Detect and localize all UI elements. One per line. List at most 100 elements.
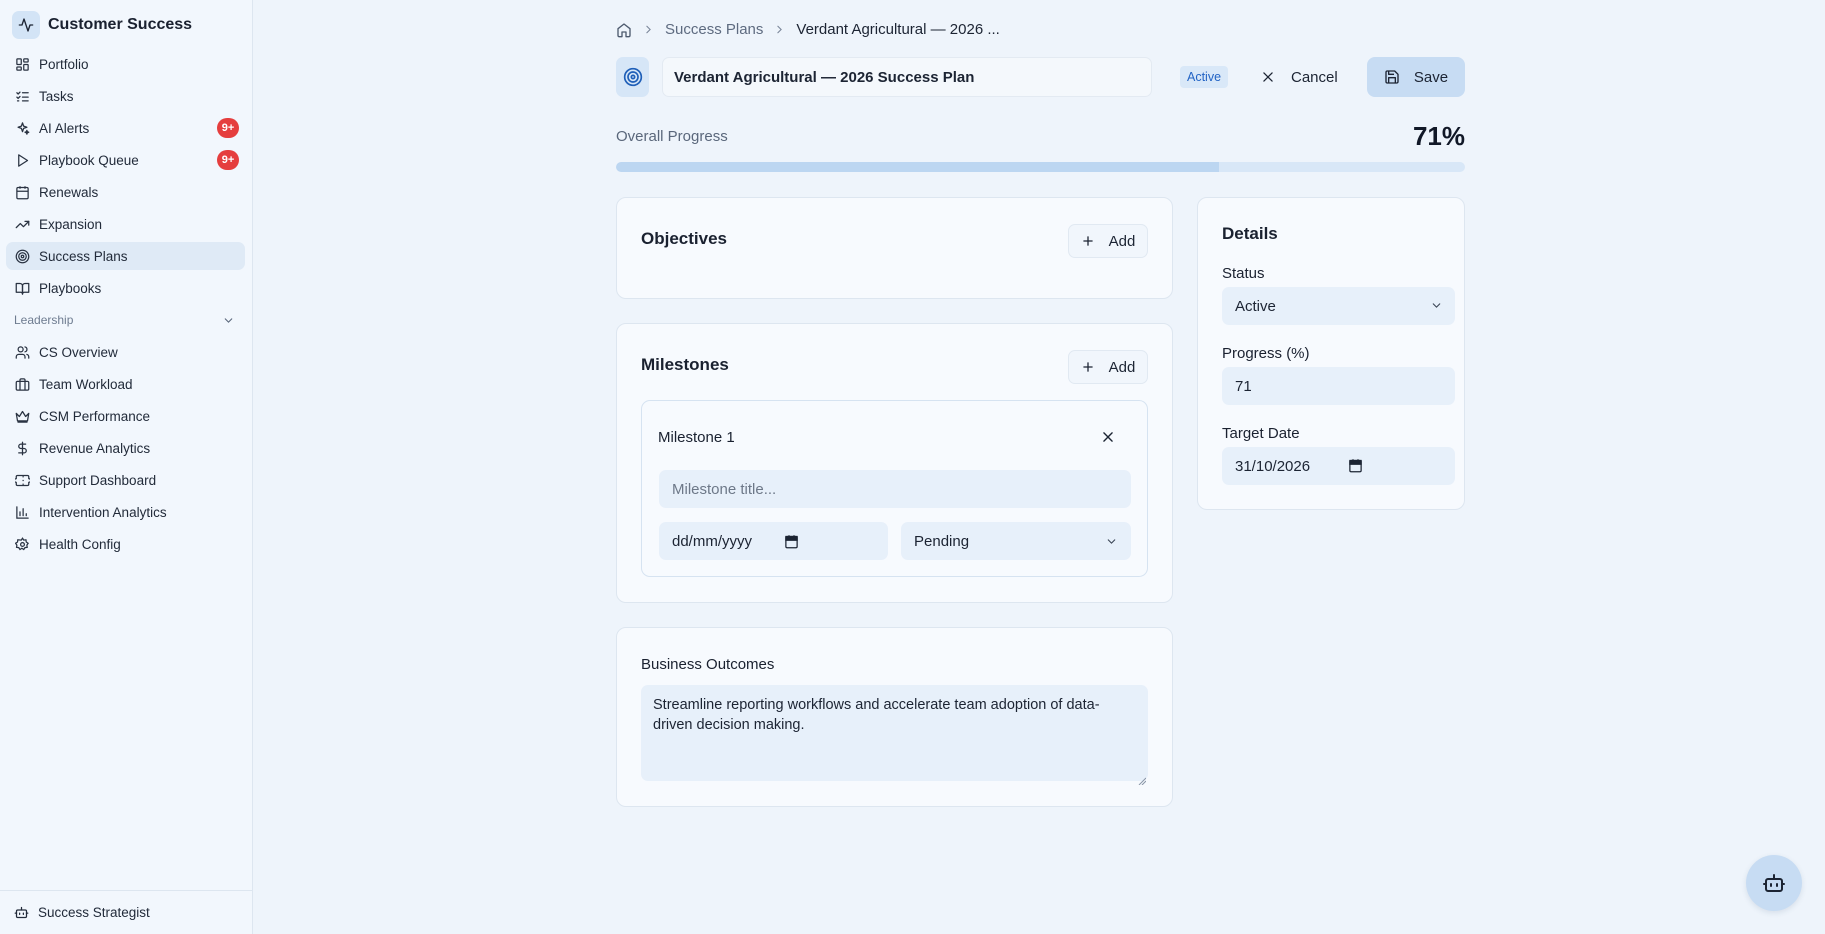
sidebar-item-ai-alerts[interactable]: AI Alerts 9+ [6, 114, 245, 142]
sidebar-item-playbooks[interactable]: Playbooks [6, 274, 245, 302]
chevron-right-icon [773, 23, 786, 36]
bar-chart-icon [14, 504, 30, 520]
milestone-title-input[interactable]: Milestone title... [659, 470, 1131, 508]
sidebar-item-team-workload[interactable]: Team Workload [6, 370, 245, 398]
overall-progress-bar [616, 162, 1465, 172]
add-label: Add [1108, 358, 1136, 376]
cancel-label: Cancel [1291, 68, 1338, 86]
brand[interactable]: Customer Success [12, 10, 192, 40]
chevron-right-icon [642, 23, 655, 36]
objectives-title: Objectives [641, 229, 727, 248]
sidebar-item-label: CSM Performance [39, 408, 151, 424]
sidebar-item-revenue-analytics[interactable]: Revenue Analytics [6, 434, 245, 462]
sidebar-item-expansion[interactable]: Expansion [6, 210, 245, 238]
milestone-status-value: Pending [914, 532, 970, 550]
section-label: Leadership [14, 313, 74, 327]
sidebar-item-playbook-queue[interactable]: Playbook Queue 9+ [6, 146, 245, 174]
overall-progress-fill [616, 162, 1219, 172]
sidebar-item-label: Success Plans [39, 248, 128, 264]
list-checks-icon [14, 88, 30, 104]
milestone-title-placeholder: Milestone title... [672, 480, 777, 498]
save-icon [1384, 69, 1400, 85]
breadcrumb-current: Verdant Agricultural — 2026 ... [796, 21, 1000, 38]
add-milestone-button[interactable]: Add [1068, 350, 1148, 384]
cancel-button[interactable]: Cancel [1261, 61, 1338, 93]
save-label: Save [1413, 68, 1449, 86]
remove-milestone-close-icon[interactable] [1099, 428, 1117, 446]
sidebar-item-label: Playbooks [39, 280, 102, 296]
breadcrumb: Success Plans Verdant Agricultural — 202… [616, 21, 1000, 38]
milestone-label: Milestone 1 [658, 429, 735, 446]
ticket-icon [14, 472, 30, 488]
sidebar-item-portfolio[interactable]: Portfolio [6, 50, 245, 78]
sidebar-item-csm-performance[interactable]: CSM Performance [6, 402, 245, 430]
status-select[interactable]: Active [1222, 287, 1455, 325]
target-date-value: 31/10/2026 [1235, 457, 1311, 475]
trending-up-icon [14, 216, 30, 232]
milestones-card: Milestones Add Milestone 1 Milestone tit… [616, 323, 1173, 603]
business-outcomes-title: Business Outcomes [641, 656, 775, 673]
plan-title-input[interactable] [662, 57, 1152, 97]
add-objective-button[interactable]: Add [1068, 224, 1148, 258]
milestone-date-placeholder: dd/mm/yyyy [672, 532, 753, 550]
crown-icon [14, 408, 30, 424]
chevron-down-icon [1105, 535, 1118, 548]
target-date-input[interactable]: 31/10/2026 [1222, 447, 1455, 485]
queue-count-badge: 9+ [217, 150, 239, 170]
sidebar-item-success-plans[interactable]: Success Plans [6, 242, 245, 270]
objectives-card: Objectives Add [616, 197, 1173, 299]
chevron-down-icon [1430, 299, 1443, 312]
briefcase-icon [14, 376, 30, 392]
progress-label: Progress (%) [1222, 345, 1310, 362]
details-title: Details [1222, 224, 1278, 243]
plus-icon [1081, 234, 1095, 248]
dollar-icon [14, 440, 30, 456]
business-outcomes-card: Business Outcomes Streamline reporting w… [616, 627, 1173, 807]
calendar-icon [14, 184, 30, 200]
sidebar-nav: Portfolio Tasks AI Alerts 9+ Playbook Qu… [6, 50, 245, 562]
milestone-date-input[interactable]: dd/mm/yyyy [659, 522, 888, 560]
breadcrumb-success-plans[interactable]: Success Plans [665, 21, 763, 38]
chevron-down-icon [222, 314, 235, 327]
grid-icon [14, 56, 30, 72]
play-icon [14, 152, 30, 168]
bot-icon [14, 905, 29, 920]
sidebar-item-label: Expansion [39, 216, 103, 232]
sidebar-item-label: Support Dashboard [39, 472, 157, 488]
sidebar-item-label: AI Alerts [39, 120, 90, 136]
plan-header: Active Cancel Save [616, 57, 1465, 97]
sidebar-item-label: Intervention Analytics [39, 504, 167, 520]
sparkles-icon [14, 120, 30, 136]
sidebar-item-tasks[interactable]: Tasks [6, 82, 245, 110]
sidebar-footer-user[interactable]: Success Strategist [0, 890, 253, 934]
bot-icon [1762, 871, 1786, 895]
sidebar-item-renewals[interactable]: Renewals [6, 178, 245, 206]
brand-title: Customer Success [48, 16, 193, 33]
progress-input[interactable]: 71 [1222, 367, 1455, 405]
status-label: Status [1222, 265, 1265, 282]
calendar-icon[interactable] [784, 534, 799, 549]
overall-progress-value: 71% [1412, 121, 1465, 151]
business-outcomes-text: Streamline reporting workflows and accel… [653, 697, 1100, 733]
sidebar-item-label: Revenue Analytics [39, 440, 151, 456]
save-button[interactable]: Save [1367, 57, 1465, 97]
sidebar-item-label: Tasks [39, 88, 74, 104]
progress-input-value: 71 [1235, 377, 1252, 395]
resize-handle-icon[interactable] [1138, 771, 1147, 786]
close-icon [1261, 70, 1275, 84]
sidebar-item-intervention-analytics[interactable]: Intervention Analytics [6, 498, 245, 526]
sidebar-item-label: Health Config [39, 536, 121, 552]
target-icon [14, 248, 30, 264]
sidebar-item-cs-overview[interactable]: CS Overview [6, 338, 245, 366]
sidebar-item-support-dashboard[interactable]: Support Dashboard [6, 466, 245, 494]
assistant-bot-button[interactable] [1746, 855, 1802, 911]
business-outcomes-textarea[interactable]: Streamline reporting workflows and accel… [641, 685, 1148, 786]
sidebar-item-health-config[interactable]: Health Config [6, 530, 245, 558]
calendar-icon[interactable] [1348, 458, 1363, 473]
leadership-section-toggle[interactable]: Leadership [6, 308, 245, 332]
milestone-status-select[interactable]: Pending [901, 522, 1131, 560]
details-card: Details Status Active Progress (%) 71 Ta… [1197, 197, 1465, 510]
add-label: Add [1108, 232, 1136, 250]
home-icon[interactable] [616, 22, 632, 38]
activity-icon [12, 11, 40, 39]
